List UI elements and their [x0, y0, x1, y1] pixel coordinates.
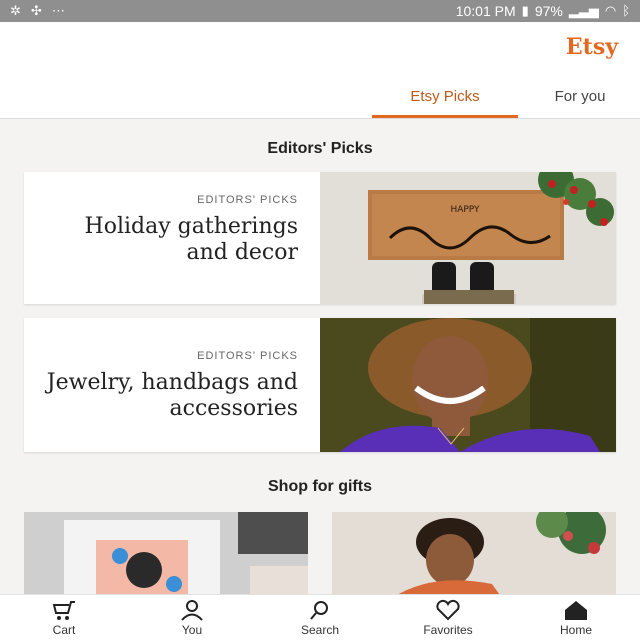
- tab-for-you[interactable]: For you: [530, 86, 630, 116]
- editors-pick-card-holiday[interactable]: HAPPY EDITORS' PICKS Holiday gatherings …: [24, 172, 616, 304]
- nav-favorites[interactable]: Favorites: [388, 599, 508, 637]
- nav-you[interactable]: You: [132, 599, 252, 637]
- shop-for-gifts-title: Shop for gifts: [268, 478, 372, 495]
- heart-icon: [436, 599, 460, 621]
- gift-tile-portrait[interactable]: [332, 512, 616, 598]
- cart-icon: [52, 601, 75, 620]
- battery-icon: ▮: [521, 3, 529, 18]
- tab-etsy-picks[interactable]: Etsy Picks: [372, 86, 518, 118]
- holiday-doormat-image: HAPPY: [320, 172, 616, 304]
- status-time: 10:01 PM: [455, 3, 516, 19]
- nav-you-label: You: [181, 623, 203, 637]
- status-bar-right-cluster: 10:01 PM ▮ 97% ▂▃▅ ◠ ᛒ: [456, 3, 630, 19]
- bottom-nav: Home Favorites Search You Cart: [0, 594, 640, 641]
- status-bar: 10:01 PM ▮ 97% ▂▃▅ ◠ ᛒ ✲ ✣ ⋯: [0, 0, 640, 22]
- more-icon: ⋯: [51, 3, 65, 18]
- nav-favorites-label: Favorites: [423, 623, 473, 637]
- nav-cart[interactable]: Cart: [4, 599, 124, 637]
- nav-cart-label: Cart: [52, 623, 76, 637]
- home-icon: [565, 601, 587, 620]
- svg-text:HAPPY: HAPPY: [450, 205, 480, 215]
- person-icon: [181, 600, 203, 621]
- wifi-icon: ◠: [604, 3, 617, 18]
- nav-search[interactable]: Search: [260, 599, 380, 637]
- gift-tile-art[interactable]: [24, 512, 308, 598]
- editors-pick-card-jewelry[interactable]: EDITORS' PICKS Jewelry, handbags and acc…: [24, 318, 616, 452]
- battery-level: 97%: [534, 3, 563, 19]
- card-text: EDITORS' PICKS Jewelry, handbags and acc…: [38, 318, 308, 452]
- nav-home[interactable]: Home: [516, 599, 636, 637]
- bluetooth-icon: ᛒ: [622, 3, 630, 18]
- fan-icon: ✣: [30, 3, 42, 18]
- nav-home-label: Home: [559, 623, 592, 637]
- card-text: EDITORS' PICKS Holiday gatherings and de…: [38, 172, 308, 304]
- search-icon: [310, 601, 328, 620]
- card-title: Jewelry, handbags and accessories: [46, 370, 298, 421]
- tab-bar: For you Etsy Picks: [0, 86, 640, 118]
- card-eyebrow: EDITORS' PICKS: [197, 350, 298, 362]
- editors-picks-title: Editors' Picks: [267, 140, 373, 157]
- status-bar-left-cluster: ✲ ✣ ⋯: [10, 3, 65, 19]
- settings-icon: ✲: [10, 3, 21, 18]
- signal-icon: ▂▃▅: [568, 3, 599, 18]
- nav-search-label: Search: [300, 623, 340, 637]
- card-eyebrow: EDITORS' PICKS: [197, 194, 298, 206]
- app-header: Etsy For you Etsy Picks: [0, 22, 640, 119]
- woman-portrait-image: [320, 318, 616, 452]
- etsy-logo[interactable]: Etsy: [566, 34, 618, 60]
- card-title: Holiday gatherings and decor: [84, 214, 298, 265]
